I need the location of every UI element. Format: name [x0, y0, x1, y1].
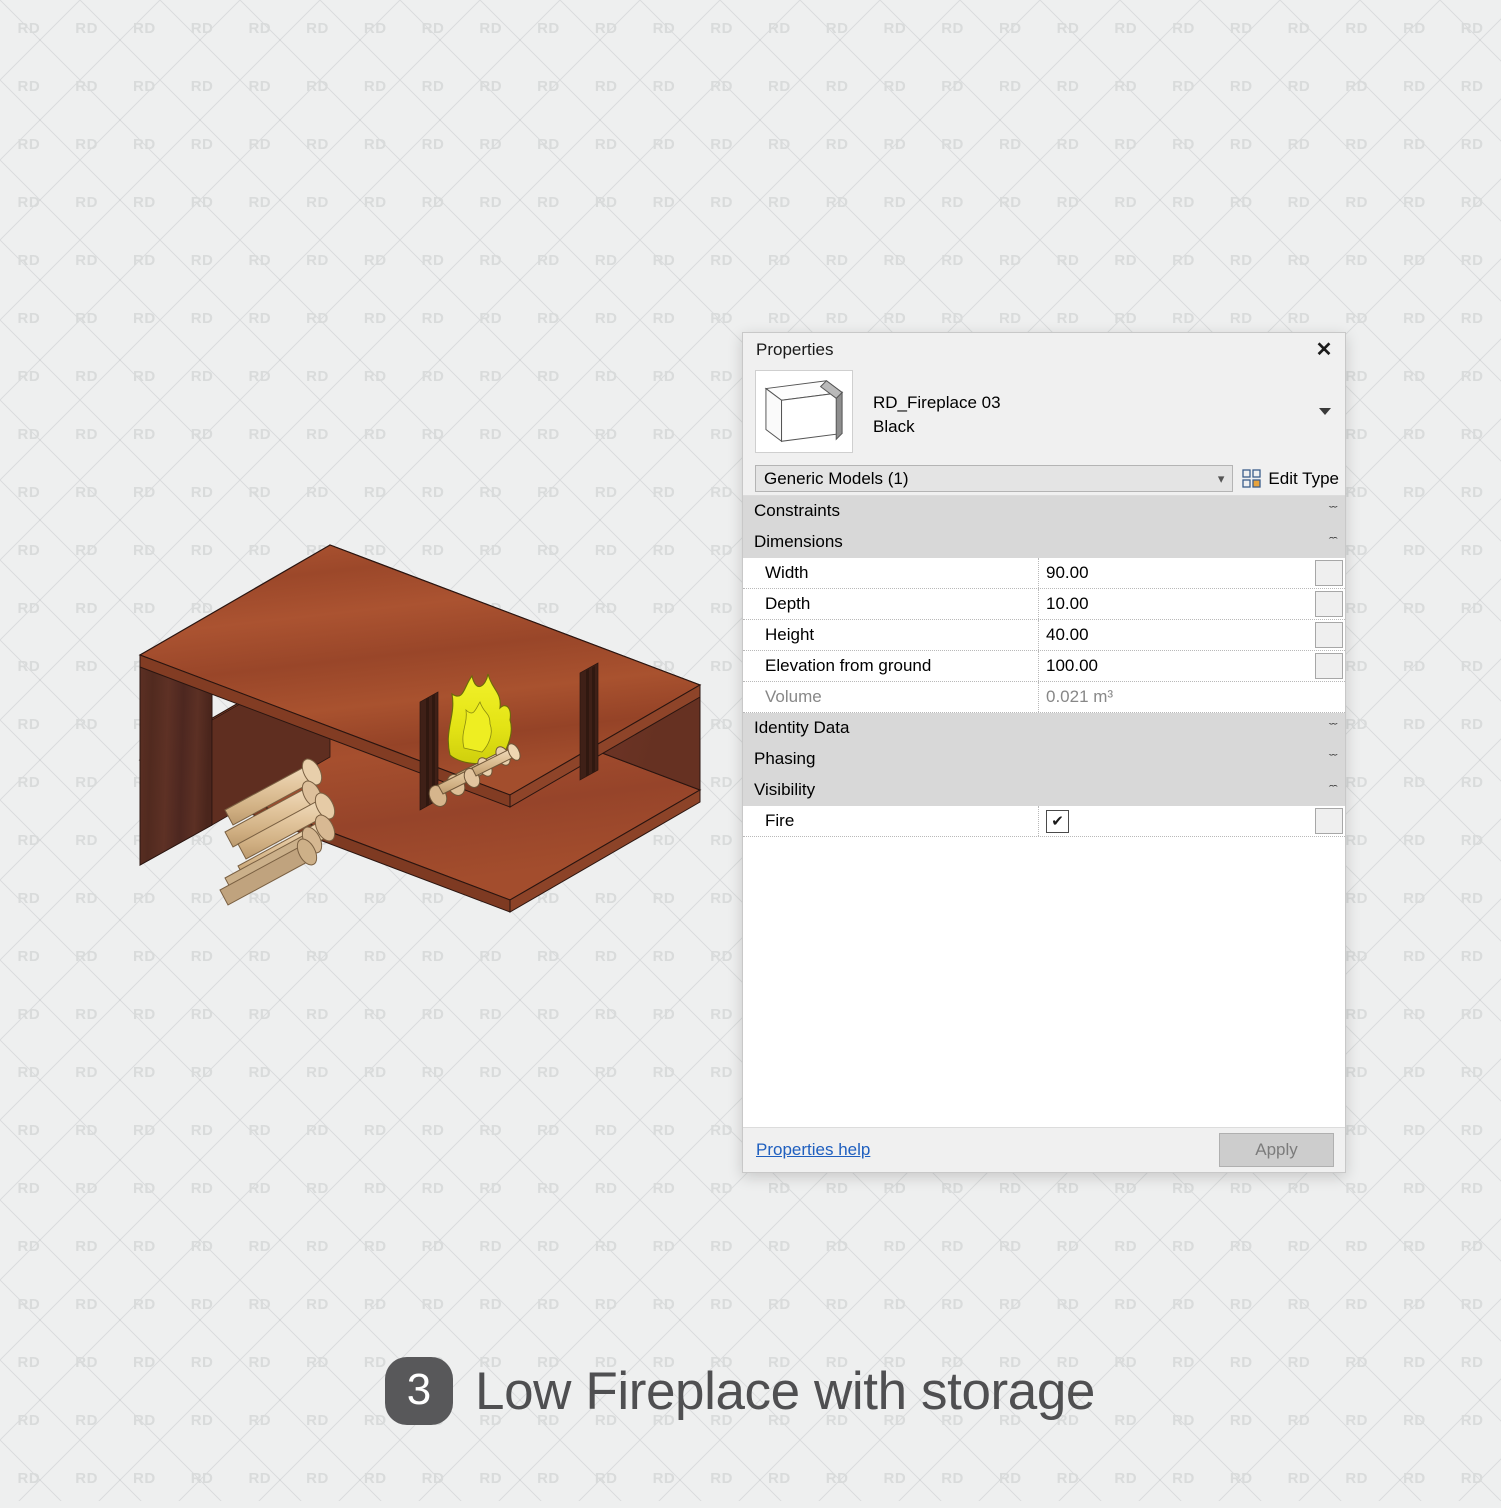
- palette-titlebar: Properties ✕: [743, 333, 1345, 366]
- section-dimensions[interactable]: Dimensions ˆˆ: [743, 527, 1345, 558]
- fire-checkbox[interactable]: ✔: [1046, 809, 1069, 833]
- property-label: Volume: [743, 682, 1039, 712]
- property-row-height[interactable]: Height 40.00: [743, 620, 1345, 651]
- property-edit-button[interactable]: [1315, 622, 1343, 648]
- property-value[interactable]: 100.00: [1039, 651, 1315, 681]
- chevron-double-down-icon: ˇˇ: [1328, 721, 1338, 734]
- edit-type-icon: [1242, 469, 1262, 488]
- property-edit-button[interactable]: [1315, 591, 1343, 617]
- chevron-double-up-icon: ˆˆ: [1328, 535, 1338, 548]
- section-visibility[interactable]: Visibility ˆˆ: [743, 775, 1345, 806]
- property-row-elevation-from-ground[interactable]: Elevation from ground 100.00: [743, 651, 1345, 682]
- fireplace-3d-render: [120, 480, 720, 1040]
- section-label: Constraints: [754, 501, 840, 520]
- section-identity-data[interactable]: Identity Data ˇˇ: [743, 713, 1345, 744]
- chevron-down-icon[interactable]: [1319, 408, 1331, 415]
- chevron-double-down-icon: ˇˇ: [1328, 504, 1338, 517]
- property-row-fire[interactable]: Fire ✔: [743, 806, 1345, 837]
- chevron-down-icon: ▾: [1217, 470, 1225, 486]
- property-edit-button[interactable]: [1315, 653, 1343, 679]
- property-value: 0.021 m³: [1046, 687, 1114, 706]
- type-family-name: RD_Fireplace 03: [873, 393, 1001, 412]
- fin-divider-right: [579, 662, 599, 781]
- property-label: Fire: [743, 806, 1039, 836]
- property-edit-button[interactable]: [1315, 808, 1343, 834]
- caption: 3 Low Fireplace with storage: [385, 1357, 1095, 1425]
- caption-title: Low Fireplace with storage: [475, 1361, 1096, 1421]
- section-phasing[interactable]: Phasing ˇˇ: [743, 744, 1345, 775]
- properties-palette: Properties ✕ RD_Fireplace 03 Black Gener…: [742, 332, 1346, 1173]
- property-value[interactable]: 40.00: [1039, 620, 1315, 650]
- apply-button[interactable]: Apply: [1219, 1133, 1334, 1167]
- type-preview-bar: RD_Fireplace 03 Black: [743, 366, 1345, 462]
- section-label: Visibility: [754, 780, 816, 799]
- property-label: Height: [743, 620, 1039, 650]
- chevron-double-up-icon: ˆˆ: [1328, 783, 1338, 796]
- type-variant-name: Black: [873, 417, 915, 437]
- property-edit-button-disabled: [1317, 684, 1343, 710]
- category-select-value: Generic Models (1): [764, 468, 909, 488]
- section-label: Identity Data: [754, 718, 850, 737]
- property-value: ✔: [1039, 806, 1315, 836]
- property-grid: Constraints ˇˇ Dimensions ˆˆ Width 90.00…: [743, 495, 1345, 1127]
- property-row-volume: Volume 0.021 m³: [743, 682, 1345, 713]
- category-selector-row: Generic Models (1) ▾ Edit Type: [743, 462, 1345, 495]
- type-thumbnail: [755, 370, 853, 453]
- edit-type-label: Edit Type: [1268, 468, 1339, 488]
- property-label: Depth: [743, 589, 1039, 619]
- chevron-double-down-icon: ˇˇ: [1328, 752, 1338, 765]
- caption-number-badge: 3: [385, 1357, 453, 1425]
- category-select[interactable]: Generic Models (1) ▾: [755, 465, 1234, 492]
- palette-footer: Properties help Apply: [743, 1127, 1345, 1172]
- section-label: Phasing: [754, 749, 816, 768]
- edit-type-button[interactable]: Edit Type: [1242, 469, 1339, 489]
- palette-title: Properties: [756, 339, 834, 359]
- property-value[interactable]: 10.00: [1039, 589, 1315, 619]
- property-value[interactable]: 90.00: [1039, 558, 1315, 588]
- close-icon[interactable]: ✕: [1309, 337, 1339, 363]
- type-names: RD_Fireplace 03 Black: [873, 370, 1001, 439]
- property-label: Elevation from ground: [743, 651, 1039, 681]
- property-label: Width: [743, 558, 1039, 588]
- properties-help-link[interactable]: Properties help: [756, 1140, 870, 1160]
- property-row-width[interactable]: Width 90.00: [743, 558, 1345, 589]
- property-row-depth[interactable]: Depth 10.00: [743, 589, 1345, 620]
- section-label: Dimensions: [754, 532, 843, 551]
- property-edit-button[interactable]: [1315, 560, 1343, 586]
- section-constraints[interactable]: Constraints ˇˇ: [743, 496, 1345, 527]
